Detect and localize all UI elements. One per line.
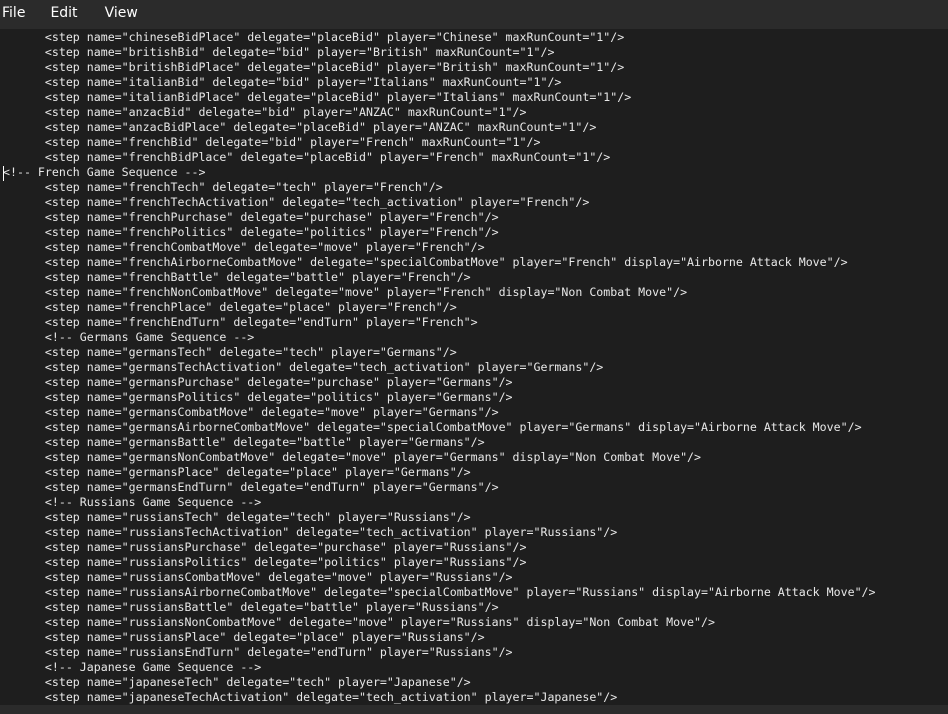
code-line: <step name="russiansNonCombatMove" deleg… (3, 615, 715, 629)
code-line: <step name="britishBid" delegate="bid" p… (3, 45, 555, 59)
code-line: <step name="frenchPurchase" delegate="pu… (3, 210, 499, 224)
code-line: <step name="frenchEndTurn" delegate="end… (3, 315, 478, 329)
code-line: <step name="germansPurchase" delegate="p… (3, 375, 513, 389)
code-line: <!-- Japanese Game Sequence --> (3, 660, 262, 674)
code-line: <step name="germansAirborneCombatMove" d… (3, 420, 862, 434)
text-content[interactable]: <step name="chineseBidPlace" delegate="p… (3, 30, 876, 705)
code-line: <!-- Russians Game Sequence --> (3, 495, 262, 509)
notepad-window: File Edit View <step name="chineseBidPla… (0, 0, 948, 714)
code-line: <step name="germansPlace" delegate="plac… (3, 465, 471, 479)
code-line: <step name="russiansPolitics" delegate="… (3, 555, 527, 569)
code-line: <step name="frenchNonCombatMove" delegat… (3, 285, 688, 299)
code-line: <step name="russiansAirborneCombatMove" … (3, 585, 876, 599)
code-line: <!-- French Game Sequence --> (3, 165, 206, 179)
menu-view[interactable]: View (105, 0, 150, 29)
code-line: <step name="chineseBidPlace" delegate="p… (3, 30, 625, 44)
code-line: <step name="frenchAirborneCombatMove" de… (3, 255, 848, 269)
code-line: <step name="italianBid" delegate="bid" p… (3, 75, 562, 89)
code-line: <step name="japaneseTech" delegate="tech… (3, 675, 471, 689)
code-line: <step name="russiansBattle" delegate="ba… (3, 600, 499, 614)
code-line: <step name="frenchBattle" delegate="batt… (3, 270, 471, 284)
code-line: <step name="russiansPlace" delegate="pla… (3, 630, 485, 644)
menu-file[interactable]: File (0, 0, 37, 29)
code-line: <step name="russiansEndTurn" delegate="e… (3, 645, 513, 659)
code-line: <step name="germansEndTurn" delegate="en… (3, 480, 499, 494)
code-line: <step name="frenchTech" delegate="tech" … (3, 180, 443, 194)
code-line: <step name="russiansTechActivation" dele… (3, 525, 618, 539)
code-line: <step name="japaneseTechActivation" dele… (3, 690, 618, 704)
code-line: <step name="italianBidPlace" delegate="p… (3, 90, 632, 104)
menu-edit[interactable]: Edit (50, 0, 89, 29)
code-line: <step name="russiansTech" delegate="tech… (3, 510, 471, 524)
code-line: <step name="frenchBidPlace" delegate="pl… (3, 150, 611, 164)
code-line: <step name="frenchPolitics" delegate="po… (3, 225, 499, 239)
code-line: <step name="germansPolitics" delegate="p… (3, 390, 513, 404)
code-line: <step name="germansTech" delegate="tech"… (3, 345, 457, 359)
code-line: <step name="russiansCombatMove" delegate… (3, 570, 513, 584)
code-line: <!-- Germans Game Sequence --> (3, 330, 255, 344)
code-line: <step name="russiansPurchase" delegate="… (3, 540, 527, 554)
text-caret (3, 166, 4, 181)
code-line: <step name="anzacBid" delegate="bid" pla… (3, 105, 527, 119)
code-line: <step name="anzacBidPlace" delegate="pla… (3, 120, 597, 134)
menu-bar: File Edit View (0, 0, 948, 29)
code-line: <step name="frenchTechActivation" delega… (3, 195, 590, 209)
code-line: <step name="frenchBid" delegate="bid" pl… (3, 135, 541, 149)
code-line: <step name="germansTechActivation" deleg… (3, 360, 604, 374)
code-line: <step name="britishBidPlace" delegate="p… (3, 60, 625, 74)
code-line: <step name="germansNonCombatMove" delega… (3, 450, 702, 464)
code-line: <step name="germansCombatMove" delegate=… (3, 405, 499, 419)
code-line: <step name="frenchPlace" delegate="place… (3, 300, 457, 314)
code-line: <step name="germansBattle" delegate="bat… (3, 435, 485, 449)
horizontal-scrollbar[interactable] (0, 705, 948, 714)
code-line: <step name="frenchCombatMove" delegate="… (3, 240, 485, 254)
text-editor[interactable]: <step name="chineseBidPlace" delegate="p… (0, 29, 948, 705)
